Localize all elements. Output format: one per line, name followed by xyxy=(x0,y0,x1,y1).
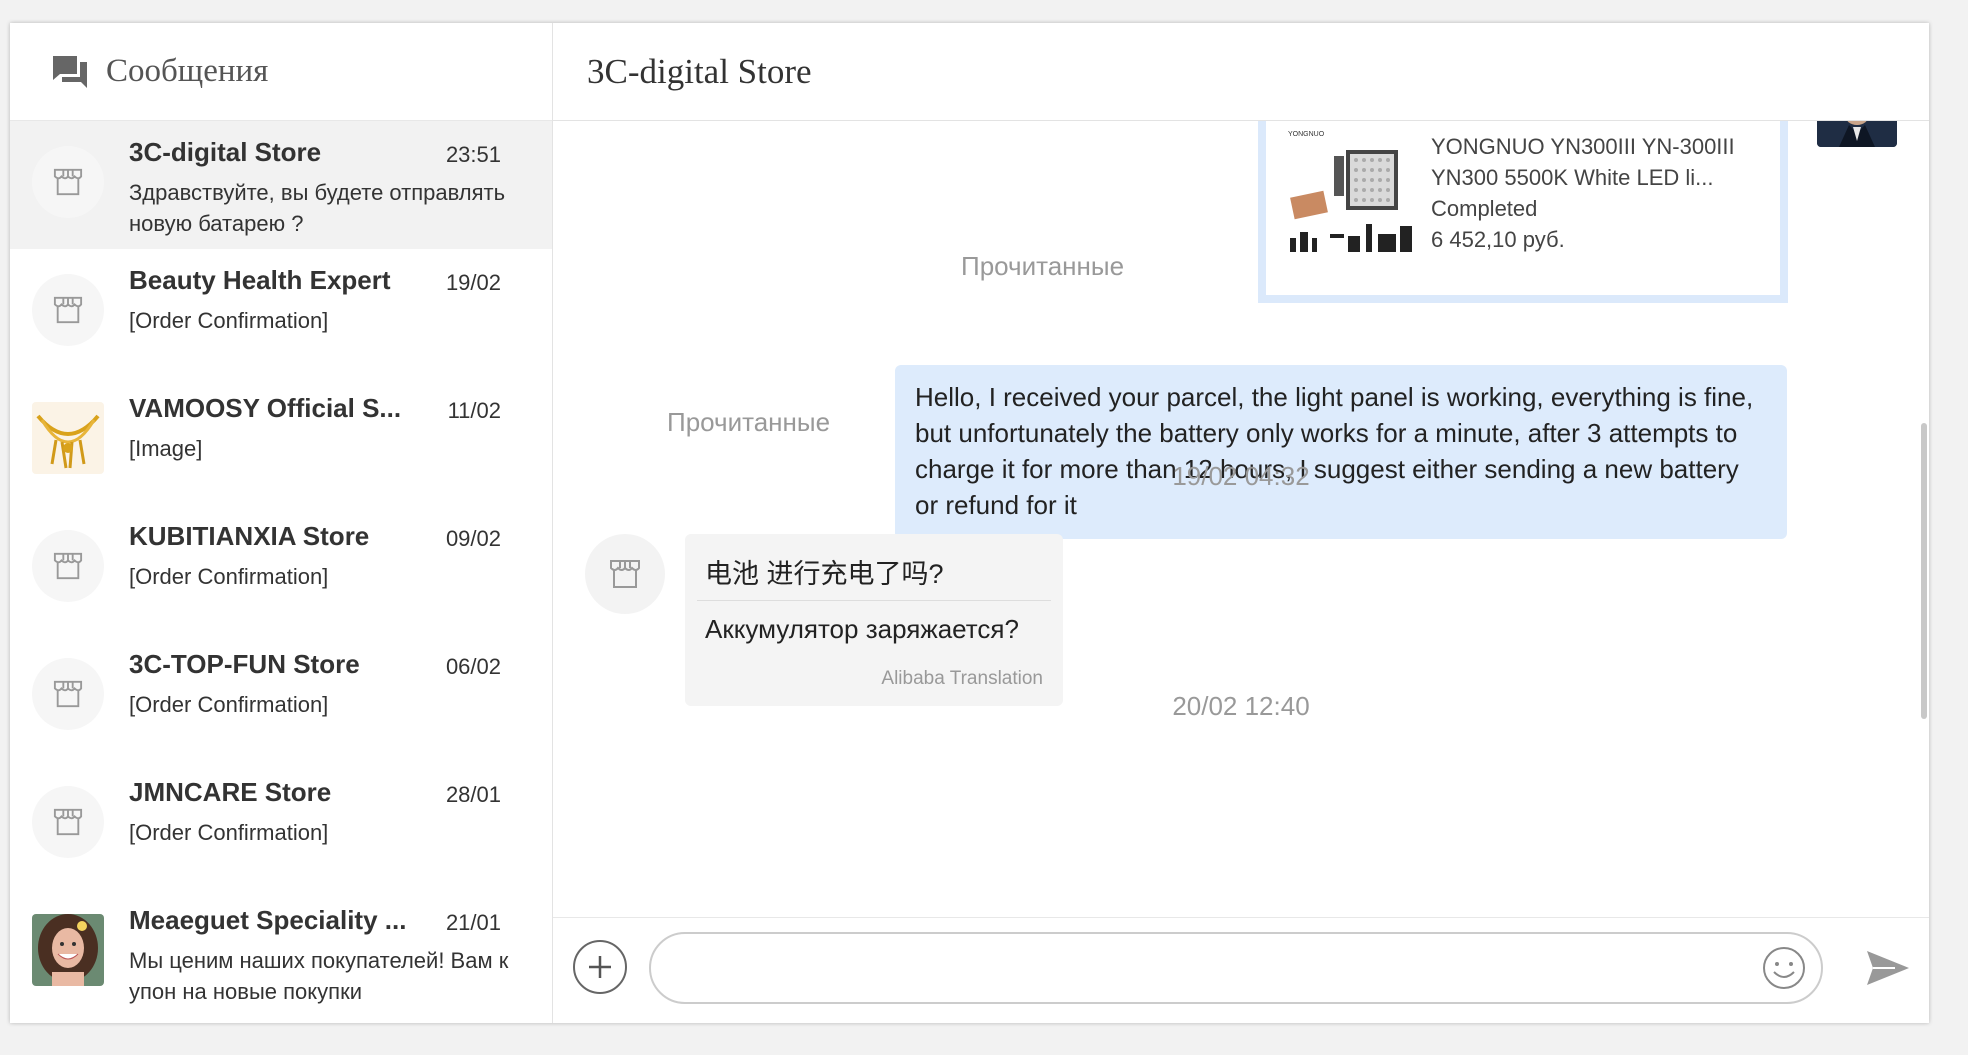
conversation-name: Beauty Health Expert xyxy=(129,265,391,295)
conversation-preview: Мы ценим наших покупателей! Вам купон на… xyxy=(129,948,509,1004)
conversation-name: KUBITIANXIA Store xyxy=(129,521,370,551)
conversation-item[interactable]: Meaeguet Speciality ... 21/01 Мы ценим наш… xyxy=(10,889,552,1017)
sidebar-title: Сообщения xyxy=(106,53,269,89)
conversation-name: Meaeguet Speciality ... xyxy=(129,905,407,935)
conversation-name: VAMOOSY Official S... xyxy=(129,393,402,423)
read-status-label: Прочитанные xyxy=(961,251,1125,281)
conversation-time: 11/02 xyxy=(447,398,501,423)
smiley-icon xyxy=(1763,947,1805,989)
plus-icon xyxy=(589,956,611,978)
message-timestamp: 19/02 04:32 xyxy=(1172,461,1310,491)
store-icon xyxy=(32,274,104,346)
order-status: Completed xyxy=(1431,196,1538,221)
product-title: YONGNUO YN300III YN-300III YN300 5500K W… xyxy=(1431,134,1735,190)
message-timestamp: 20/02 12:40 xyxy=(1172,691,1310,721)
conversation-preview: [Order Confirmation] xyxy=(129,820,329,845)
conversation-time: 09/02 xyxy=(445,526,501,551)
conversation-preview: [Image] xyxy=(129,436,203,461)
translator-label: Alibaba Translation xyxy=(881,668,1043,689)
my-avatar xyxy=(1817,121,1897,147)
message-area[interactable]: Прочитанные YONGNUO YONGNUO YN300III YN-… xyxy=(553,121,1929,917)
translation-divider xyxy=(697,600,1051,601)
sidebar-header: Сообщения xyxy=(10,23,552,121)
conversation-time: 23:51 xyxy=(445,142,501,167)
emoji-button[interactable] xyxy=(1761,945,1807,991)
product-brand: YONGNUO xyxy=(1288,131,1325,138)
store-avatar xyxy=(585,534,665,614)
conversation-item[interactable]: VAMOOSY Official S... 11/02 [Image] xyxy=(10,377,552,505)
product-info: YONGNUO YN300III YN-300III YN300 5500K W… xyxy=(1431,131,1781,255)
conversation-name: JMNCARE Store xyxy=(129,777,332,807)
conversation-sidebar: Сообщения 3C-digital Store 23:51 Здравству… xyxy=(10,23,553,1023)
incoming-message: 电池 进行充电了吗? Аккумулятор заряжается? Aliba… xyxy=(685,534,1063,706)
store-icon xyxy=(32,530,104,602)
message-input[interactable] xyxy=(649,932,1823,1004)
store-icon xyxy=(32,786,104,858)
conversation-item[interactable]: Beauty Health Expert 19/02 [Order Confirma… xyxy=(10,249,552,377)
conversation-time: 19/02 xyxy=(445,270,501,295)
conversation-preview: Здравствуйте, вы будете отправлять новую… xyxy=(129,180,506,236)
chat-panel: 3C-digital Store Прочитанные YONGNUO YON… xyxy=(553,23,1929,1023)
chat-title: 3C-digital Store xyxy=(587,51,812,91)
add-attachment-button[interactable] xyxy=(573,940,627,994)
original-text: 电池 进行充电了吗? xyxy=(705,559,944,589)
conversation-preview: [Order Confirmation] xyxy=(129,308,329,333)
conversation-preview: [Order Confirmation] xyxy=(129,692,329,717)
send-button[interactable] xyxy=(1865,948,1911,988)
conversation-name: 3C-TOP-FUN Store xyxy=(129,649,360,679)
store-icon xyxy=(32,146,104,218)
conversation-time: 28/01 xyxy=(445,782,501,807)
outgoing-message: Hello, I received your parcel, the light… xyxy=(895,365,1787,539)
translated-text: Аккумулятор заряжается? xyxy=(705,614,1019,644)
conversation-item[interactable]: 3C-TOP-FUN Store 06/02 [Order Confirmation… xyxy=(10,633,552,761)
message-scrollbar[interactable] xyxy=(1921,423,1927,719)
avatar xyxy=(32,914,104,986)
conversation-time: 06/02 xyxy=(445,654,501,679)
composer xyxy=(553,917,1929,1023)
conversation-preview: [Order Confirmation] xyxy=(129,564,329,589)
product-price: 6 452,10 руб. xyxy=(1431,227,1565,252)
store-icon xyxy=(32,658,104,730)
conversation-item[interactable]: KUBITIANXIA Store 09/02 [Order Confirmatio… xyxy=(10,505,552,633)
conversation-item[interactable]: JMNCARE Store 28/01 [Order Confirmation] xyxy=(10,761,552,889)
chat-header: 3C-digital Store xyxy=(553,23,1929,121)
conversation-name: 3C-digital Store xyxy=(129,137,322,167)
read-status-label: Прочитанные xyxy=(667,407,831,437)
messenger-window: Сообщения 3C-digital Store 23:51 Здравству… xyxy=(10,23,1929,1023)
conversation-item[interactable]: 3C-digital Store 23:51 Здравствуйте, вы бу… xyxy=(10,121,552,249)
send-icon xyxy=(1867,951,1909,985)
conversation-time: 21/01 xyxy=(445,910,501,935)
messages-icon xyxy=(50,52,90,92)
product-thumbnail: YONGNUO xyxy=(1286,126,1418,274)
avatar xyxy=(32,402,104,474)
product-card[interactable]: YONGNUO YONGNUO YN300III YN-300III YN300… xyxy=(1258,121,1788,303)
